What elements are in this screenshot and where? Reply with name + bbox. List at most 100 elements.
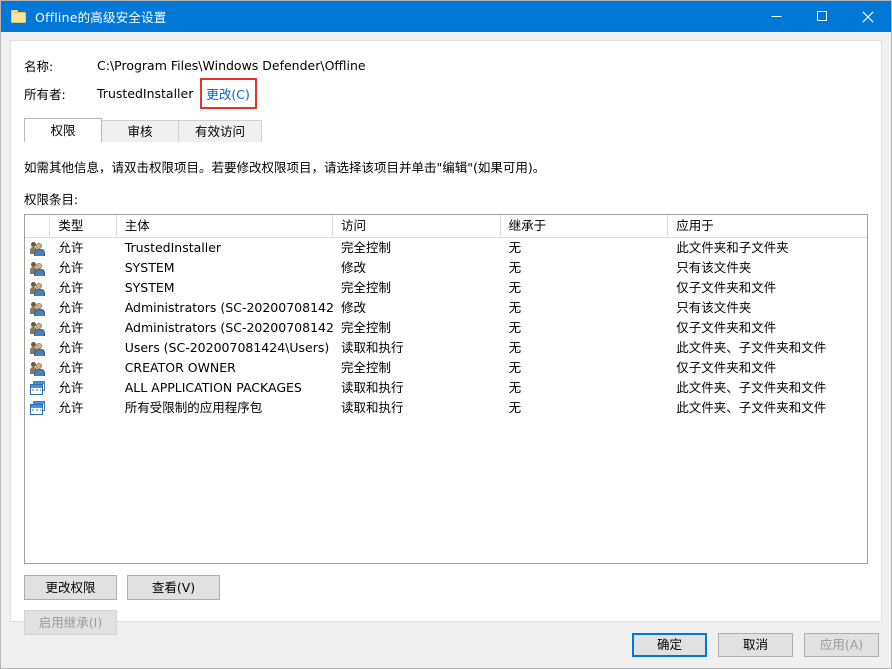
- window-title: Offline的高级安全设置: [35, 7, 167, 26]
- row-subject: TrustedInstaller: [117, 238, 333, 258]
- tab-strip: 权限 审核 有效访问: [24, 118, 881, 142]
- column-header-applies[interactable]: 应用于: [668, 215, 867, 237]
- title-bar: Offline的高级安全设置: [1, 1, 891, 32]
- row-access: 完全控制: [333, 358, 501, 378]
- table-row[interactable]: 允许CREATOR OWNER完全控制无仅子文件夹和文件: [25, 358, 867, 378]
- permission-entries-list[interactable]: 类型 主体 访问 继承于 应用于 允许TrustedInstaller完全控制无…: [24, 214, 868, 564]
- change-owner-wrap: 更改(C): [202, 83, 253, 104]
- row-applies: 只有该文件夹: [668, 298, 867, 318]
- window-controls: [753, 1, 891, 32]
- application-package-icon: [30, 381, 46, 395]
- ok-button[interactable]: 确定: [632, 633, 707, 657]
- row-access: 完全控制: [333, 318, 501, 338]
- row-subject: Administrators (SC-20200708142...: [117, 318, 333, 338]
- row-applies: 仅子文件夹和文件: [668, 318, 867, 338]
- row-applies: 此文件夹、子文件夹和文件: [668, 338, 867, 358]
- row-type: 允许: [50, 338, 116, 358]
- row-applies: 此文件夹、子文件夹和文件: [668, 398, 867, 418]
- row-inherited: 无: [501, 338, 669, 358]
- owner-value: TrustedInstaller: [97, 86, 193, 101]
- row-inherited: 无: [501, 378, 669, 398]
- column-header-access[interactable]: 访问: [333, 215, 501, 237]
- row-applies: 此文件夹和子文件夹: [668, 238, 867, 258]
- row-subject: CREATOR OWNER: [117, 358, 333, 378]
- users-icon: [30, 321, 46, 336]
- advanced-security-settings-dialog: Offline的高级安全设置 名称: C:\Program Files\Wind…: [0, 0, 892, 669]
- folder-icon: [11, 10, 26, 23]
- row-access: 完全控制: [333, 278, 501, 298]
- row-type: 允许: [50, 278, 116, 298]
- tab-permissions[interactable]: 权限: [24, 118, 102, 142]
- permission-entries-label: 权限条目:: [24, 189, 881, 208]
- owner-label: 所有者:: [24, 84, 97, 103]
- change-permissions-button[interactable]: 更改权限: [24, 575, 117, 600]
- row-inherited: 无: [501, 298, 669, 318]
- list-header: 类型 主体 访问 继承于 应用于: [25, 215, 867, 238]
- change-owner-link[interactable]: 更改(C): [202, 83, 253, 104]
- row-inherited: 无: [501, 238, 669, 258]
- row-access: 读取和执行: [333, 338, 501, 358]
- table-row[interactable]: 允许Administrators (SC-20200708142...修改无只有…: [25, 298, 867, 318]
- row-inherited: 无: [501, 318, 669, 338]
- row-inherited: 无: [501, 358, 669, 378]
- row-applies: 只有该文件夹: [668, 258, 867, 278]
- row-applies: 仅子文件夹和文件: [668, 358, 867, 378]
- row-type: 允许: [50, 398, 116, 418]
- table-row[interactable]: 允许SYSTEM修改无只有该文件夹: [25, 258, 867, 278]
- row-icon-cell: [25, 241, 50, 256]
- column-header-type[interactable]: 类型: [50, 215, 116, 237]
- content-panel: 名称: C:\Program Files\Windows Defender\Of…: [10, 40, 882, 622]
- view-button[interactable]: 查看(V): [127, 575, 220, 600]
- row-icon-cell: [25, 381, 50, 395]
- row-icon-cell: [25, 341, 50, 356]
- table-row[interactable]: 允许SYSTEM完全控制无仅子文件夹和文件: [25, 278, 867, 298]
- maximize-icon[interactable]: [799, 1, 845, 32]
- enable-inheritance-button[interactable]: 启用继承(I): [24, 610, 117, 635]
- row-access: 读取和执行: [333, 398, 501, 418]
- row-subject: 所有受限制的应用程序包: [117, 398, 333, 418]
- row-access: 读取和执行: [333, 378, 501, 398]
- name-value: C:\Program Files\Windows Defender\Offlin…: [97, 58, 366, 73]
- row-icon-cell: [25, 301, 50, 316]
- table-row[interactable]: 允许Users (SC-202007081424\Users)读取和执行无此文件…: [25, 338, 867, 358]
- close-icon[interactable]: [845, 1, 891, 32]
- table-row[interactable]: 允许ALL APPLICATION PACKAGES读取和执行无此文件夹、子文件…: [25, 378, 867, 398]
- list-body: 允许TrustedInstaller完全控制无此文件夹和子文件夹允许SYSTEM…: [25, 238, 867, 418]
- table-row[interactable]: 允许所有受限制的应用程序包读取和执行无此文件夹、子文件夹和文件: [25, 398, 867, 418]
- users-icon: [30, 301, 46, 316]
- row-applies: 此文件夹、子文件夹和文件: [668, 378, 867, 398]
- row-applies: 仅子文件夹和文件: [668, 278, 867, 298]
- cancel-button[interactable]: 取消: [718, 633, 793, 657]
- name-label: 名称:: [24, 56, 97, 75]
- users-icon: [30, 281, 46, 296]
- table-row[interactable]: 允许Administrators (SC-20200708142...完全控制无…: [25, 318, 867, 338]
- column-header-inherited[interactable]: 继承于: [501, 215, 669, 237]
- row-access: 完全控制: [333, 238, 501, 258]
- row-type: 允许: [50, 358, 116, 378]
- users-icon: [30, 261, 46, 276]
- column-header-subject[interactable]: 主体: [117, 215, 333, 237]
- row-subject: Administrators (SC-20200708142...: [117, 298, 333, 318]
- column-header-icon[interactable]: [25, 215, 50, 237]
- row-type: 允许: [50, 258, 116, 278]
- hint-text: 如需其他信息，请双击权限项目。若要修改权限项目，请选择该项目并单击"编辑"(如果…: [24, 157, 881, 176]
- row-type: 允许: [50, 318, 116, 338]
- table-row[interactable]: 允许TrustedInstaller完全控制无此文件夹和子文件夹: [25, 238, 867, 258]
- dialog-content: 名称: C:\Program Files\Windows Defender\Of…: [1, 32, 891, 622]
- permission-actions-row: 更改权限 查看(V): [24, 575, 881, 600]
- row-icon-cell: [25, 261, 50, 276]
- row-access: 修改: [333, 298, 501, 318]
- users-icon: [30, 361, 46, 376]
- application-package-icon: [30, 401, 46, 415]
- row-icon-cell: [25, 401, 50, 415]
- row-subject: ALL APPLICATION PACKAGES: [117, 378, 333, 398]
- apply-button[interactable]: 应用(A): [804, 633, 879, 657]
- row-type: 允许: [50, 378, 116, 398]
- row-icon-cell: [25, 361, 50, 376]
- row-access: 修改: [333, 258, 501, 278]
- minimize-icon[interactable]: [753, 1, 799, 32]
- tab-effective-access[interactable]: 有效访问: [178, 120, 262, 142]
- tab-audit[interactable]: 审核: [101, 120, 179, 142]
- row-inherited: 无: [501, 398, 669, 418]
- name-row: 名称: C:\Program Files\Windows Defender\Of…: [24, 54, 881, 76]
